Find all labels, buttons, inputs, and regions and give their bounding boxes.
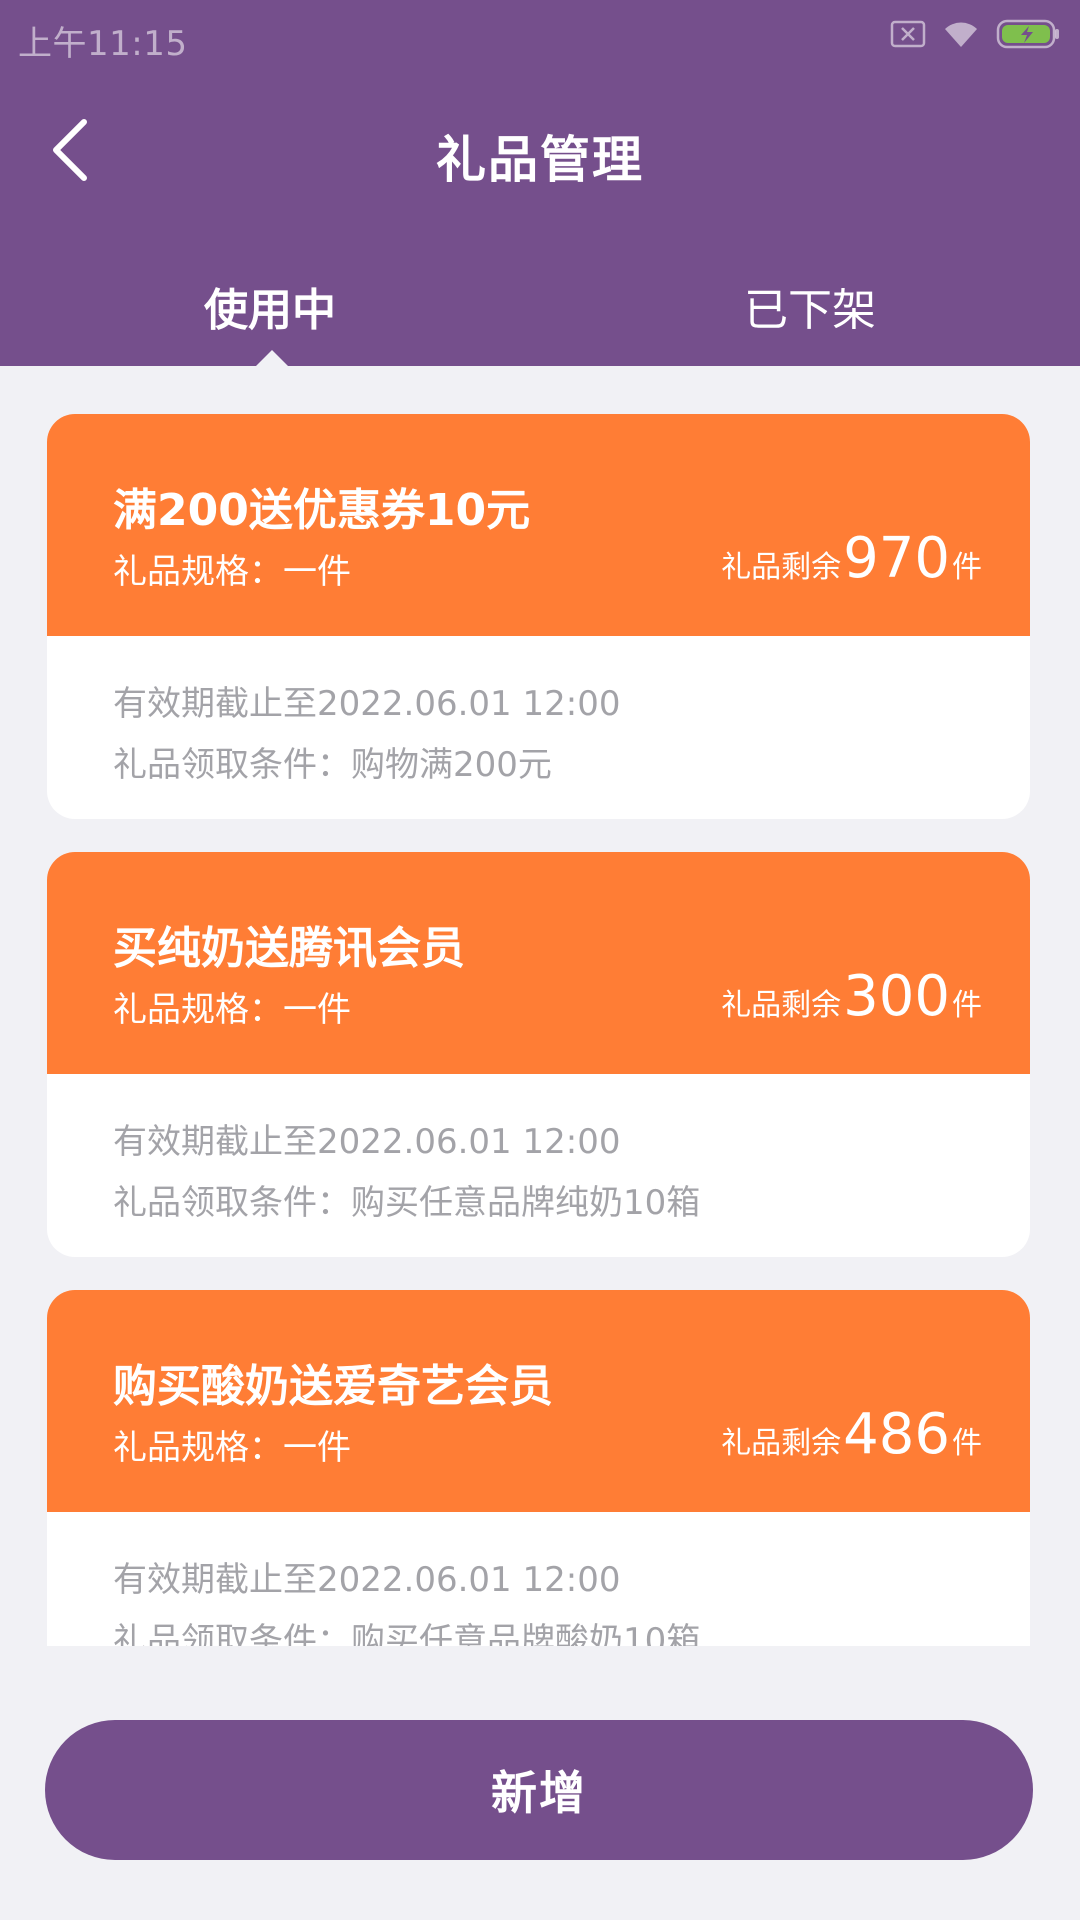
gift-remaining: 礼品剩余 300 件 bbox=[721, 964, 982, 1029]
header: 上午11:15 礼品管理 使用中 已下架 bbox=[0, 0, 1080, 366]
remaining-count: 486 bbox=[843, 1402, 950, 1467]
battery-charging-icon bbox=[996, 18, 1062, 54]
gift-name: 买纯奶送腾讯会员 bbox=[113, 923, 465, 974]
gift-expiry: 有效期截止至2022.06.01 12:00 bbox=[113, 1122, 621, 1162]
remaining-label: 礼品剩余 bbox=[721, 550, 842, 585]
status-bar: 上午11:15 bbox=[0, 0, 1080, 74]
gift-card-details: 有效期截止至2022.06.01 12:00 礼品领取条件：购买任意品牌酸奶10… bbox=[47, 1512, 1030, 1646]
remaining-unit: 件 bbox=[952, 550, 982, 585]
status-time: 上午11:15 bbox=[18, 24, 188, 64]
gift-spec: 礼品规格：一件 bbox=[113, 1428, 351, 1468]
gift-expiry: 有效期截止至2022.06.01 12:00 bbox=[113, 1560, 621, 1600]
gift-card-header: 满200送优惠券10元 礼品规格：一件 礼品剩余 970 件 bbox=[47, 414, 1030, 636]
gift-card-details: 有效期截止至2022.06.01 12:00 礼品领取条件：购物满200元 bbox=[47, 636, 1030, 819]
nav-bar: 礼品管理 bbox=[0, 90, 1080, 210]
gift-condition: 礼品领取条件：购物满200元 bbox=[113, 745, 552, 785]
gift-condition: 礼品领取条件：购买任意品牌酸奶10箱 bbox=[113, 1621, 701, 1646]
remaining-unit: 件 bbox=[952, 988, 982, 1023]
active-tab-indicator bbox=[256, 350, 288, 366]
gift-name: 满200送优惠券10元 bbox=[113, 485, 531, 536]
tab-off-shelf[interactable]: 已下架 bbox=[540, 274, 1080, 338]
gift-name: 购买酸奶送爱奇艺会员 bbox=[113, 1361, 553, 1412]
sim-off-icon bbox=[890, 20, 926, 52]
tab-bar: 使用中 已下架 bbox=[0, 250, 1080, 366]
remaining-unit: 件 bbox=[952, 1426, 982, 1461]
gift-card-details: 有效期截止至2022.06.01 12:00 礼品领取条件：购买任意品牌纯奶10… bbox=[47, 1074, 1030, 1257]
gift-expiry: 有效期截止至2022.06.01 12:00 bbox=[113, 684, 621, 724]
remaining-count: 970 bbox=[843, 526, 950, 591]
gift-card[interactable]: 满200送优惠券10元 礼品规格：一件 礼品剩余 970 件 有效期截止至202… bbox=[47, 414, 1030, 819]
remaining-label: 礼品剩余 bbox=[721, 1426, 842, 1461]
gift-card-header: 买纯奶送腾讯会员 礼品规格：一件 礼品剩余 300 件 bbox=[47, 852, 1030, 1074]
status-icons bbox=[890, 16, 1062, 56]
gift-spec: 礼品规格：一件 bbox=[113, 552, 351, 592]
gift-card-header: 购买酸奶送爱奇艺会员 礼品规格：一件 礼品剩余 486 件 bbox=[47, 1290, 1030, 1512]
gift-remaining: 礼品剩余 970 件 bbox=[721, 526, 982, 591]
gift-spec: 礼品规格：一件 bbox=[113, 990, 351, 1030]
remaining-count: 300 bbox=[843, 964, 950, 1029]
gift-card[interactable]: 购买酸奶送爱奇艺会员 礼品规格：一件 礼品剩余 486 件 有效期截止至2022… bbox=[47, 1290, 1030, 1646]
remaining-label: 礼品剩余 bbox=[721, 988, 842, 1023]
gift-card[interactable]: 买纯奶送腾讯会员 礼品规格：一件 礼品剩余 300 件 有效期截止至2022.0… bbox=[47, 852, 1030, 1257]
gift-condition: 礼品领取条件：购买任意品牌纯奶10箱 bbox=[113, 1183, 701, 1223]
add-gift-button[interactable]: 新增 bbox=[45, 1720, 1033, 1860]
gift-list[interactable]: 满200送优惠券10元 礼品规格：一件 礼品剩余 970 件 有效期截止至202… bbox=[0, 366, 1080, 1646]
tab-in-use[interactable]: 使用中 bbox=[0, 274, 540, 338]
page-title: 礼品管理 bbox=[436, 131, 644, 189]
wifi-icon bbox=[942, 19, 980, 53]
gift-remaining: 礼品剩余 486 件 bbox=[721, 1402, 982, 1467]
